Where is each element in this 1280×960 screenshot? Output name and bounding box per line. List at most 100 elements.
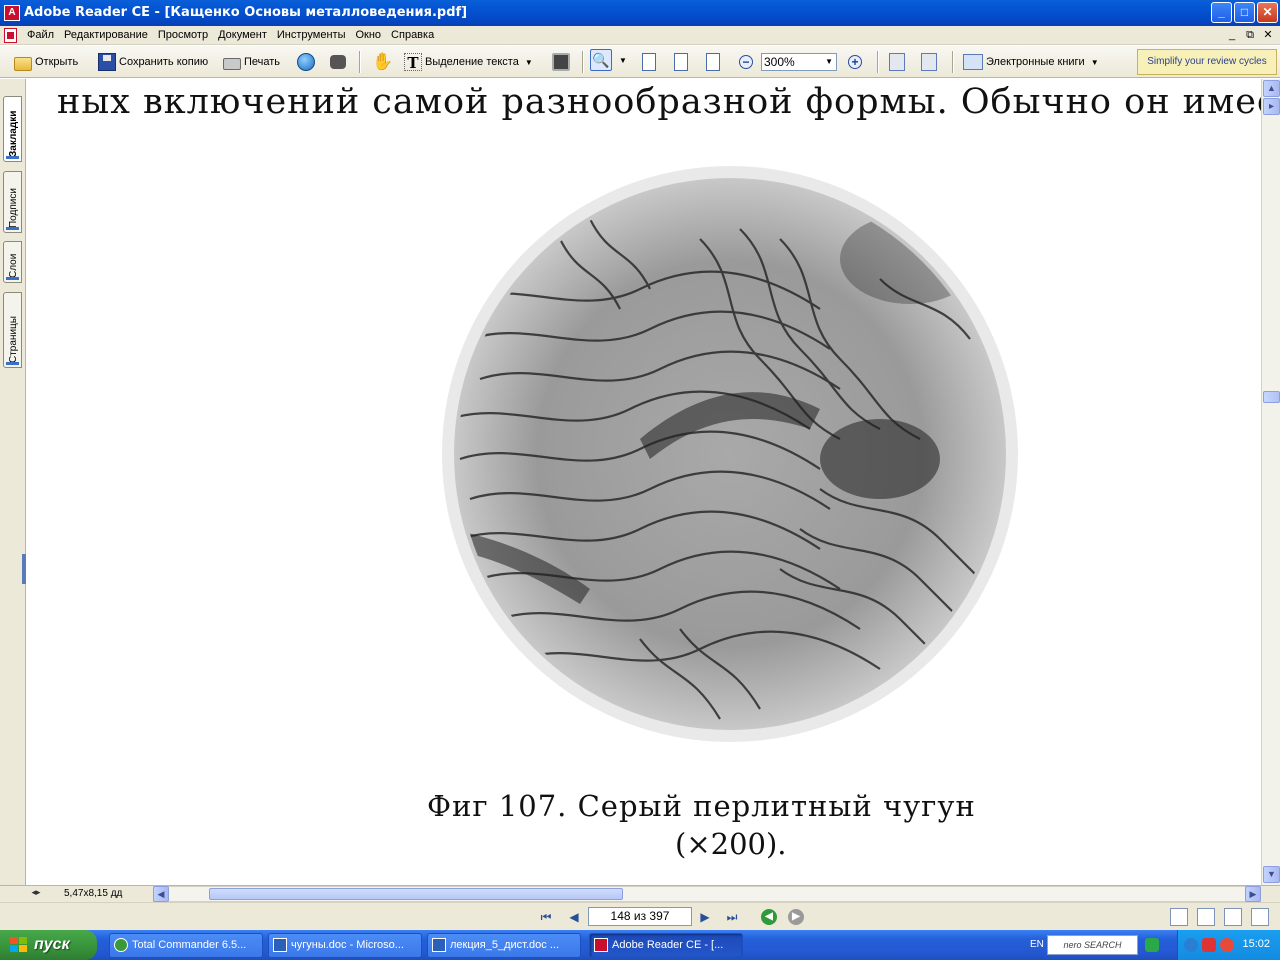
previous-view-button[interactable]: ◀ xyxy=(761,909,777,925)
start-button[interactable]: пуск xyxy=(0,930,97,960)
tab-layers[interactable]: Слои xyxy=(3,241,22,283)
scroll-up-button[interactable]: ▲ xyxy=(1263,80,1280,97)
micrograph-image xyxy=(442,166,1018,742)
total-commander-icon xyxy=(114,938,128,952)
menu-item[interactable]: Окно xyxy=(350,28,386,42)
document-text-line: ных включений самой разнообразной формы.… xyxy=(57,82,1261,122)
vertical-scroll-thumb[interactable] xyxy=(1263,391,1280,403)
menu-item[interactable]: Редактирование xyxy=(59,28,153,42)
first-page-button[interactable]: ⏮ xyxy=(538,909,554,925)
zoom-tool-button[interactable]: 🔍 ▼ xyxy=(590,49,627,71)
single-page-layout-icon[interactable] xyxy=(1170,908,1188,926)
taskbar-item-total-commander[interactable]: Total Commander 6.5... xyxy=(109,933,263,958)
navigation-pane-tabs: Закладки Подписи Слои Страницы xyxy=(0,79,26,885)
menu-item[interactable]: Инструменты xyxy=(272,28,351,42)
rotate-counterclockwise-icon xyxy=(921,53,937,71)
next-page-button[interactable]: ▶ xyxy=(697,909,713,925)
taskbar-item-word-lecture[interactable]: лекция_5_дист.doc ... xyxy=(427,933,581,958)
print-button[interactable]: Печать xyxy=(223,52,280,72)
tab-pages[interactable]: Страницы xyxy=(3,292,22,368)
close-button[interactable]: ✕ xyxy=(1257,2,1278,23)
doc-close-button[interactable]: ✕ xyxy=(1260,28,1276,42)
select-text-button[interactable]: T Выделение текста ▼ xyxy=(404,52,533,72)
document-view[interactable]: ных включений самой разнообразной формы.… xyxy=(27,79,1261,885)
menu-item[interactable]: Просмотр xyxy=(153,28,213,42)
fit-width-button[interactable] xyxy=(706,52,723,72)
zoom-out-icon: − xyxy=(739,55,753,69)
chevron-down-icon[interactable]: ▼ xyxy=(525,58,533,67)
horizontal-scrollbar[interactable]: ◀ ▶ xyxy=(153,886,1261,902)
scroll-down-button[interactable]: ▼ xyxy=(1263,866,1280,883)
open-label: Открыть xyxy=(35,56,79,68)
snapshot-button[interactable] xyxy=(552,52,573,72)
promo-banner[interactable]: Simplify your review cycles xyxy=(1137,49,1277,75)
continuous-layout-icon[interactable] xyxy=(1197,908,1215,926)
taskbar-item-adobe-reader[interactable]: Adobe Reader CE - [... xyxy=(589,933,743,958)
menu-item[interactable]: Документ xyxy=(213,28,272,42)
fit-width-icon xyxy=(706,53,720,71)
horizontal-scroll-thumb[interactable] xyxy=(209,888,623,900)
scroll-left-button[interactable]: ◀ xyxy=(153,886,169,902)
print-label: Печать xyxy=(244,56,281,68)
fit-page-button[interactable] xyxy=(674,52,691,72)
clock: 15:02 xyxy=(1242,938,1270,950)
tab-layers-label: Слои xyxy=(8,253,19,278)
scroll-right-button[interactable]: ▶ xyxy=(1245,886,1261,902)
start-label: пуск xyxy=(34,936,70,953)
search-button[interactable] xyxy=(330,52,349,72)
tab-signatures[interactable]: Подписи xyxy=(3,171,22,233)
facing-layout-icon[interactable] xyxy=(1224,908,1242,926)
next-view-button[interactable]: ▶ xyxy=(788,909,804,925)
email-button[interactable] xyxy=(297,52,318,72)
menu-item[interactable]: Файл xyxy=(22,28,59,42)
title-bar[interactable]: A Adobe Reader CE - [Кащенко Основы мета… xyxy=(0,0,1280,26)
hand-icon: ✋ xyxy=(372,52,394,71)
taskbar: пуск Total Commander 6.5... чугуны.doc -… xyxy=(0,930,1280,960)
maximize-button[interactable]: □ xyxy=(1234,2,1255,23)
magnifier-icon: 🔍 xyxy=(590,49,612,71)
save-copy-label: Сохранить копию xyxy=(119,56,209,68)
email-globe-icon xyxy=(297,53,315,71)
save-copy-button[interactable]: Сохранить копию xyxy=(98,52,208,72)
split-view-handle[interactable]: ▸ xyxy=(1263,98,1280,115)
tab-bookmarks[interactable]: Закладки xyxy=(3,96,22,162)
toolbar: Открыть Сохранить копию Печать ✋ T Выдел… xyxy=(0,46,1280,78)
actual-size-button[interactable] xyxy=(642,52,659,72)
minimize-button[interactable]: _ xyxy=(1211,2,1232,23)
zoom-out-button[interactable]: − xyxy=(739,52,756,72)
figure-magnification: (×200). xyxy=(675,827,787,861)
figure-caption: Фиг 107. Серый перлитный чугун xyxy=(427,789,976,823)
page-number-input[interactable]: 148 из 397 xyxy=(588,907,692,926)
menu-item[interactable]: Справка xyxy=(386,28,439,42)
fit-page-icon xyxy=(674,53,688,71)
nero-search-box[interactable]: nero SEARCH xyxy=(1047,935,1138,955)
document-icon[interactable] xyxy=(4,28,17,43)
taskbar-item-word-chuguny[interactable]: чугуны.doc - Microso... xyxy=(268,933,422,958)
hand-tool-button[interactable]: ✋ xyxy=(372,52,393,72)
tray-shield-icon[interactable] xyxy=(1202,938,1216,952)
last-page-button[interactable]: ⏭ xyxy=(724,909,740,925)
tray-back-icon[interactable] xyxy=(1184,938,1198,952)
continuous-facing-layout-icon[interactable] xyxy=(1251,908,1269,926)
select-text-label: Выделение текста xyxy=(425,56,519,68)
language-indicator[interactable]: EN xyxy=(1030,939,1044,950)
doc-minimize-button[interactable]: _ xyxy=(1224,28,1240,42)
doc-restore-button[interactable]: ⧉ xyxy=(1242,28,1258,42)
chevron-down-icon[interactable]: ▼ xyxy=(825,54,833,70)
go-arrow-icon[interactable] xyxy=(1145,938,1159,952)
toggle-nav-pane-icon[interactable]: ◂▸ xyxy=(28,887,44,901)
pane-splitter-handle[interactable] xyxy=(22,554,26,584)
vertical-scrollbar[interactable]: ▲ ▸ ▼ xyxy=(1261,79,1280,885)
rotate-cw-button[interactable] xyxy=(889,52,908,72)
ebooks-button[interactable]: Электронные книги ▼ xyxy=(963,52,1099,72)
previous-page-button[interactable]: ◀ xyxy=(566,909,582,925)
chevron-down-icon[interactable]: ▼ xyxy=(1091,58,1099,67)
open-button[interactable]: Открыть xyxy=(14,52,78,72)
zoom-input[interactable]: 300% ▼ xyxy=(761,53,837,71)
tray-antivirus-icon[interactable] xyxy=(1220,938,1234,952)
rotate-ccw-button[interactable] xyxy=(921,52,940,72)
window-title: Adobe Reader CE - [Кащенко Основы металл… xyxy=(24,5,468,20)
chevron-down-icon[interactable]: ▼ xyxy=(619,56,627,65)
ebooks-label: Электронные книги xyxy=(986,56,1085,68)
zoom-in-button[interactable]: + xyxy=(848,52,865,72)
